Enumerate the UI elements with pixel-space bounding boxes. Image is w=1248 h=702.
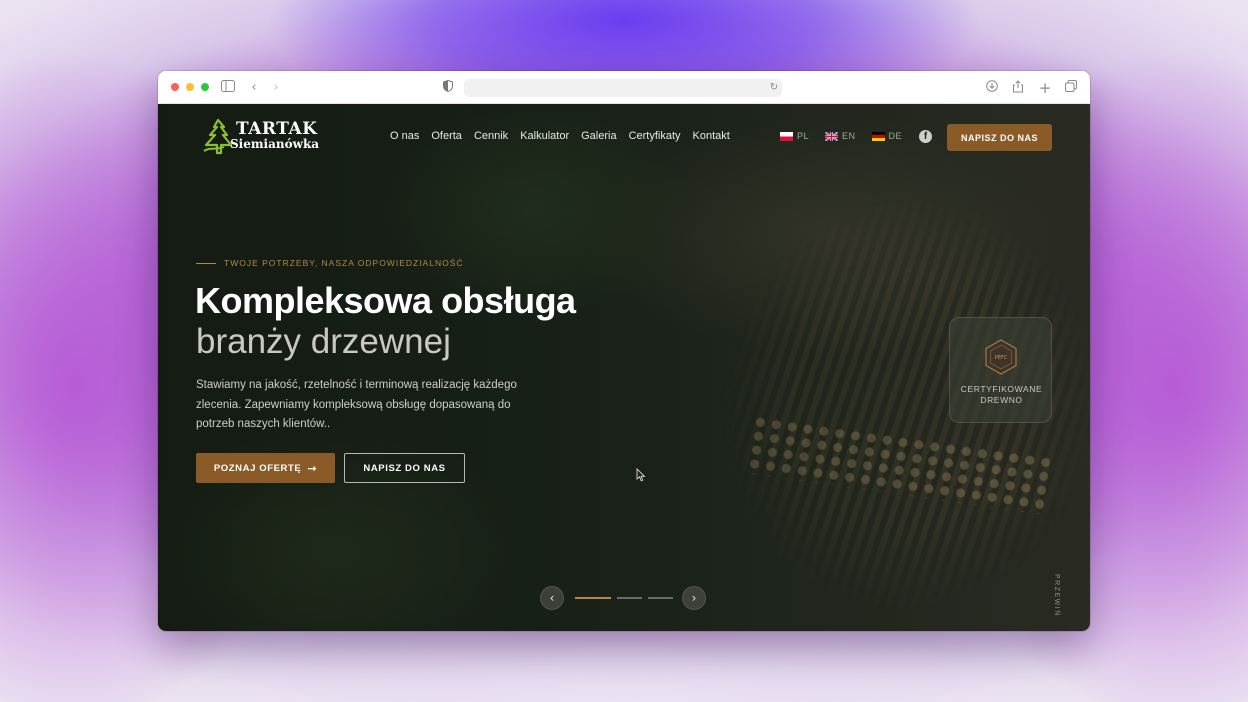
nav-item-cennik[interactable]: Cennik <box>474 130 508 142</box>
close-window-button[interactable] <box>171 83 179 91</box>
traffic-lights <box>171 83 209 91</box>
nav-item-kalkulator[interactable]: Kalkulator <box>520 130 569 142</box>
zoom-window-button[interactable] <box>201 83 209 91</box>
lang-pl-label: PL <box>797 131 810 141</box>
nav-item-certyfikaty[interactable]: Certyfikaty <box>629 130 681 142</box>
language-switcher: PL EN DE <box>780 131 902 141</box>
forward-icon[interactable]: › <box>268 80 284 96</box>
logo-title: TARTAK <box>236 119 318 139</box>
eyebrow-line <box>196 262 216 264</box>
certificate-label-line2: DREWNO <box>980 395 1023 405</box>
hero-eyebrow: TWOJE POTRZEBY, NASZA ODPOWIEDZIALNOŚĆ <box>196 258 464 268</box>
arrow-right-icon: → <box>307 461 318 475</box>
share-icon[interactable] <box>1010 80 1026 96</box>
slider-next-button[interactable]: › <box>682 586 706 610</box>
facebook-icon[interactable]: f <box>919 130 932 143</box>
nav-item-galeria[interactable]: Galeria <box>581 130 616 142</box>
site-logo[interactable]: TARTAK Siemianówka <box>200 118 332 157</box>
see-offer-button[interactable]: POZNAJ OFERTĘ → <box>196 453 335 483</box>
lang-de[interactable]: DE <box>871 131 903 141</box>
download-icon[interactable] <box>984 80 1000 96</box>
slider-dot-3[interactable] <box>648 597 673 599</box>
germany-flag-icon <box>871 131 885 141</box>
certificate-badge-text: PEFC <box>995 355 1008 361</box>
nav-item-kontakt[interactable]: Kontakt <box>693 130 730 142</box>
mouse-cursor-icon <box>636 468 646 482</box>
eyebrow-text: TWOJE POTRZEBY, NASZA ODPOWIEDZIALNOŚĆ <box>224 258 464 268</box>
minimize-window-button[interactable] <box>186 83 194 91</box>
browser-toolbar: ‹ › ↻ + <box>158 71 1090 104</box>
main-nav: O nas Oferta Cennik Kalkulator Galeria C… <box>390 130 730 142</box>
website-page: TARTAK Siemianówka O nas Oferta Cennik K… <box>158 104 1090 631</box>
slider-dot-1[interactable] <box>575 597 611 599</box>
new-tab-icon[interactable]: + <box>1037 80 1053 96</box>
certificate-badge-icon: PEFC <box>985 339 1017 375</box>
lang-de-label: DE <box>888 131 903 141</box>
hero-description: Stawiamy na jakość, rzetelność i termino… <box>196 379 517 430</box>
logo-subtitle: Siemianówka <box>230 137 320 151</box>
lang-pl[interactable]: PL <box>780 131 809 141</box>
hero-title: Kompleksowa obsługa <box>195 280 576 321</box>
uk-flag-icon <box>825 131 839 141</box>
tabs-overview-icon[interactable] <box>1063 80 1079 96</box>
write-to-us-button[interactable]: NAPISZ DO NAS <box>344 453 465 483</box>
certificate-label: CERTYFIKOWANE DREWNO <box>950 384 1053 406</box>
slider-navigation: ‹ › <box>540 586 708 610</box>
sidebar-icon[interactable] <box>220 80 236 96</box>
header-contact-button[interactable]: NAPISZ DO NAS <box>947 124 1052 151</box>
certificate-label-line1: CERTYFIKOWANE <box>960 384 1043 394</box>
lang-en-label: EN <box>842 131 856 141</box>
slider-prev-button[interactable]: ‹ <box>540 586 564 610</box>
see-offer-label: POZNAJ OFERTĘ <box>213 462 302 474</box>
certificate-card[interactable]: PEFC CERTYFIKOWANE DREWNO <box>949 317 1052 423</box>
nav-item-o-nas[interactable]: O nas <box>390 130 419 142</box>
address-bar[interactable]: ↻ <box>464 79 782 97</box>
back-icon[interactable]: ‹ <box>246 80 262 96</box>
slider-dot-2[interactable] <box>617 597 642 599</box>
nav-item-oferta[interactable]: Oferta <box>431 130 462 142</box>
poland-flag-icon <box>780 131 793 141</box>
hero-title-secondary: branży drzewnej <box>196 322 451 361</box>
reload-icon[interactable]: ↻ <box>766 80 782 96</box>
shield-icon[interactable] <box>440 79 456 96</box>
lang-en[interactable]: EN <box>825 131 856 141</box>
scroll-hint[interactable]: PRZEWIŃ <box>1046 574 1060 617</box>
browser-window: ‹ › ↻ + TARTAK Siemianówka O nas Oferta … <box>158 71 1090 631</box>
